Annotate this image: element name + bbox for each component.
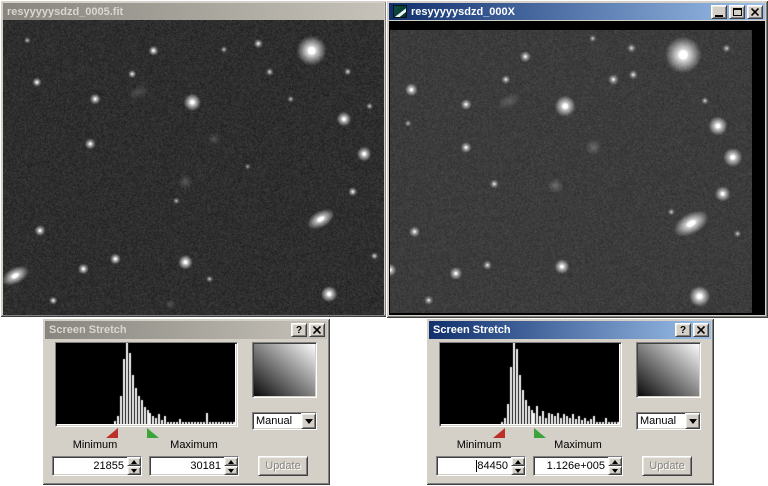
spin-down-button[interactable] (608, 466, 622, 475)
spin-down-button[interactable] (127, 466, 141, 475)
minimum-label: Minimum (456, 439, 502, 451)
close-button[interactable] (747, 4, 763, 19)
screen-stretch-dialog-left: Screen Stretch ? Minimum Maximum 21855 3… (42, 318, 330, 485)
stretch-preview-gradient (252, 342, 317, 398)
maximum-spinner (608, 457, 622, 475)
stretch-mode-dropdown[interactable]: Manual (252, 412, 317, 430)
update-button[interactable]: Update (258, 456, 308, 476)
update-button[interactable]: Update (642, 456, 692, 476)
histogram-canvas (440, 343, 619, 424)
maximize-icon (732, 7, 742, 16)
dropdown-button[interactable] (301, 413, 316, 429)
maximum-marker-icon[interactable] (146, 428, 159, 438)
arrow-up-icon (515, 459, 521, 464)
window-title: resyyyyysdzd_000X (411, 5, 515, 18)
dropdown-button[interactable] (685, 413, 700, 429)
arrow-up-icon (612, 459, 618, 464)
window-title: resyyyyysdzd_0005.fit (7, 5, 124, 18)
maximum-value: 1.126e+005 (546, 460, 605, 472)
spin-up-button[interactable] (127, 457, 141, 466)
close-button[interactable] (309, 323, 325, 337)
chevron-down-icon (304, 418, 313, 424)
arrow-down-icon (515, 468, 521, 473)
minimum-marker-icon[interactable] (105, 428, 118, 438)
dialog-title: Screen Stretch (433, 324, 511, 336)
maximum-spinner (224, 457, 238, 475)
minimum-field[interactable]: 84450 (436, 456, 526, 476)
document-icon (393, 5, 407, 18)
histogram-canvas (56, 343, 235, 424)
close-icon (751, 7, 759, 16)
histogram-frame (439, 342, 622, 427)
minimum-spinner (127, 457, 141, 475)
arrow-down-icon (612, 468, 618, 473)
spin-up-button[interactable] (608, 457, 622, 466)
titlebar-dialog-left[interactable]: Screen Stretch ? (45, 321, 327, 339)
maximum-label: Maximum (170, 439, 218, 451)
close-icon (313, 326, 321, 334)
close-button[interactable] (693, 323, 709, 337)
spin-down-button[interactable] (511, 466, 525, 475)
minimum-spinner (511, 457, 525, 475)
close-icon (697, 326, 705, 334)
image-client-area (389, 21, 765, 315)
stretch-mode-value: Manual (640, 415, 677, 427)
stretch-preview-gradient (636, 342, 701, 398)
histogram-frame (55, 342, 238, 427)
maximize-button[interactable] (729, 4, 745, 19)
chevron-down-icon (688, 418, 697, 424)
titlebar-left-window[interactable]: resyyyyysdzd_0005.fit (3, 3, 384, 20)
screen-stretch-dialog-right: Screen Stretch ? Minimum Maximum 84450 1… (426, 318, 714, 485)
minimum-value: 21855 (93, 460, 124, 472)
help-button[interactable]: ? (291, 323, 307, 337)
titlebar-right-window[interactable]: resyyyyysdzd_000X (389, 3, 765, 20)
minimum-field[interactable]: 21855 (52, 456, 142, 476)
spin-down-button[interactable] (224, 466, 238, 475)
arrow-up-icon (131, 459, 137, 464)
minimum-value: 84450 (476, 460, 508, 472)
spin-up-button[interactable] (224, 457, 238, 466)
star-field-image-right (390, 30, 752, 313)
image-window-right: resyyyyysdzd_000X (386, 0, 768, 318)
arrow-down-icon (228, 468, 234, 473)
image-window-left: resyyyyysdzd_0005.fit (0, 0, 387, 317)
maximum-label: Maximum (554, 439, 602, 451)
maximum-field[interactable]: 30181 (149, 456, 239, 476)
stretch-mode-value: Manual (256, 415, 293, 427)
help-button[interactable]: ? (675, 323, 691, 337)
arrow-down-icon (131, 468, 137, 473)
stretch-mode-dropdown[interactable]: Manual (636, 412, 701, 430)
maximum-field[interactable]: 1.126e+005 (533, 456, 623, 476)
titlebar-dialog-right[interactable]: Screen Stretch ? (429, 321, 711, 339)
maximum-value: 30181 (190, 460, 221, 472)
spin-up-button[interactable] (511, 457, 525, 466)
minimum-label: Minimum (72, 439, 118, 451)
maximum-marker-icon[interactable] (534, 428, 547, 438)
star-field-image-left (3, 20, 384, 315)
minimize-button[interactable] (711, 4, 727, 19)
dialog-title: Screen Stretch (49, 324, 127, 336)
arrow-up-icon (228, 459, 234, 464)
minimum-marker-icon[interactable] (493, 428, 506, 438)
minimize-icon (715, 14, 723, 17)
